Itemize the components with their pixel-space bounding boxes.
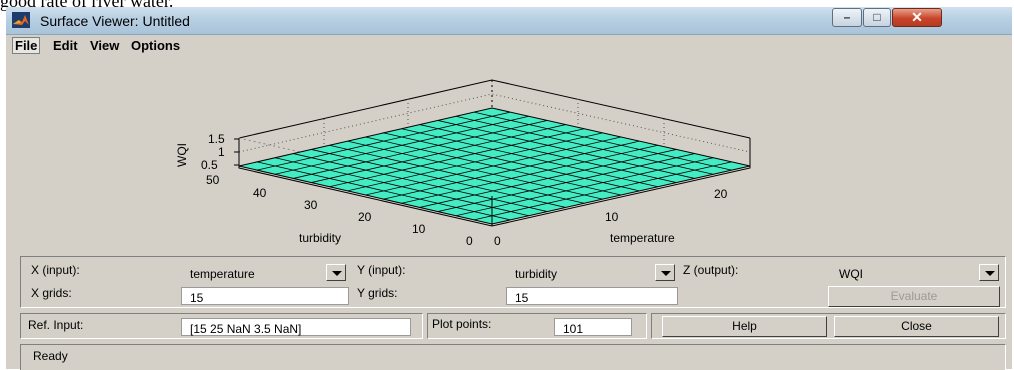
- y-input-value: turbidity: [515, 267, 558, 281]
- x-tick-label: 20: [714, 187, 728, 201]
- help-button[interactable]: Help: [662, 316, 827, 337]
- y-grids-value: 15: [515, 291, 529, 305]
- menu-options[interactable]: Options: [131, 38, 180, 53]
- menu-view[interactable]: View: [90, 38, 119, 53]
- y-tick-label: 30: [304, 198, 318, 212]
- menu-edit[interactable]: Edit: [53, 38, 78, 53]
- chevron-down-icon[interactable]: [979, 264, 999, 281]
- title-bar[interactable]: Surface Viewer: Untitled – □ ✕: [6, 7, 1012, 35]
- y-tick-label: 40: [253, 186, 267, 200]
- z-output-value: WQI: [839, 267, 863, 281]
- y-grids-label: Y grids:: [357, 286, 398, 300]
- close-button[interactable]: Close: [834, 316, 999, 337]
- z-tick-label: 0.5: [201, 158, 218, 172]
- x-input-label: X (input):: [31, 263, 80, 277]
- surface-plot[interactable]: 1.5 1 0.5 WQI 50 40 30 20 10 0 turbidity…: [6, 55, 1012, 255]
- menu-file[interactable]: File: [12, 37, 41, 54]
- z-axis-label: WQI: [175, 143, 189, 167]
- x-grids-input[interactable]: 15: [181, 287, 349, 305]
- minimize-button[interactable]: –: [832, 8, 862, 27]
- plot-points-label: Plot points:: [432, 317, 492, 331]
- ref-input-value: [15 25 NaN 3.5 NaN]: [190, 322, 302, 336]
- matlab-logo-icon: [12, 12, 30, 28]
- x-grids-label: X grids:: [31, 286, 72, 300]
- z-output-select[interactable]: WQI: [829, 263, 1001, 283]
- y-input-label: Y (input):: [357, 263, 406, 277]
- window-title: Surface Viewer: Untitled: [40, 13, 190, 29]
- x-input-value: temperature: [190, 267, 255, 281]
- close-icon: ✕: [911, 9, 923, 25]
- chevron-down-icon[interactable]: [326, 264, 346, 281]
- x-axis-label: temperature: [610, 231, 675, 245]
- z-tick-label: 1: [218, 145, 225, 159]
- maximize-button[interactable]: □: [863, 8, 891, 27]
- y-tick-label: 20: [358, 210, 372, 224]
- status-bar: Ready: [20, 344, 1006, 370]
- z-output-label: Z (output):: [683, 263, 739, 277]
- y-tick-label: 10: [412, 222, 426, 236]
- axis-selection-panel: X (input): temperature Y (input): turbid…: [20, 256, 1006, 308]
- y-axis-label: turbidity: [299, 231, 341, 245]
- x-grids-value: 15: [190, 291, 204, 305]
- y-input-select[interactable]: turbidity: [505, 263, 677, 283]
- plot-points-panel: Plot points: 101: [427, 313, 647, 339]
- close-window-button[interactable]: ✕: [892, 8, 942, 27]
- menu-bar: File Edit View Options: [6, 35, 1012, 55]
- y-grids-input[interactable]: 15: [506, 287, 678, 305]
- z-axis: 1.5 1 0.5 WQI: [175, 132, 240, 172]
- x-input-select[interactable]: temperature: [180, 263, 348, 283]
- status-text: Ready: [33, 349, 68, 363]
- minimize-icon: –: [843, 10, 851, 24]
- x-tick-label: 10: [605, 210, 619, 224]
- plot-points-value: 101: [563, 322, 584, 336]
- evaluate-button[interactable]: Evaluate: [828, 286, 1000, 307]
- chevron-down-icon[interactable]: [655, 264, 675, 281]
- ref-input-field[interactable]: [15 25 NaN 3.5 NaN]: [181, 318, 411, 336]
- action-buttons-panel: Help Close: [651, 313, 1006, 339]
- maximize-icon: □: [873, 10, 881, 24]
- y-tick-label: 50: [206, 173, 220, 187]
- plot-points-input[interactable]: 101: [554, 318, 632, 336]
- ref-input-label: Ref. Input:: [28, 318, 84, 332]
- z-tick-label: 1.5: [208, 132, 225, 146]
- ref-input-panel: Ref. Input: [15 25 NaN 3.5 NaN]: [20, 313, 423, 339]
- y-tick-label: 0: [466, 234, 473, 248]
- surface-viewer-window: Surface Viewer: Untitled – □ ✕ File Edit…: [6, 7, 1012, 370]
- x-tick-label: 0: [494, 234, 501, 248]
